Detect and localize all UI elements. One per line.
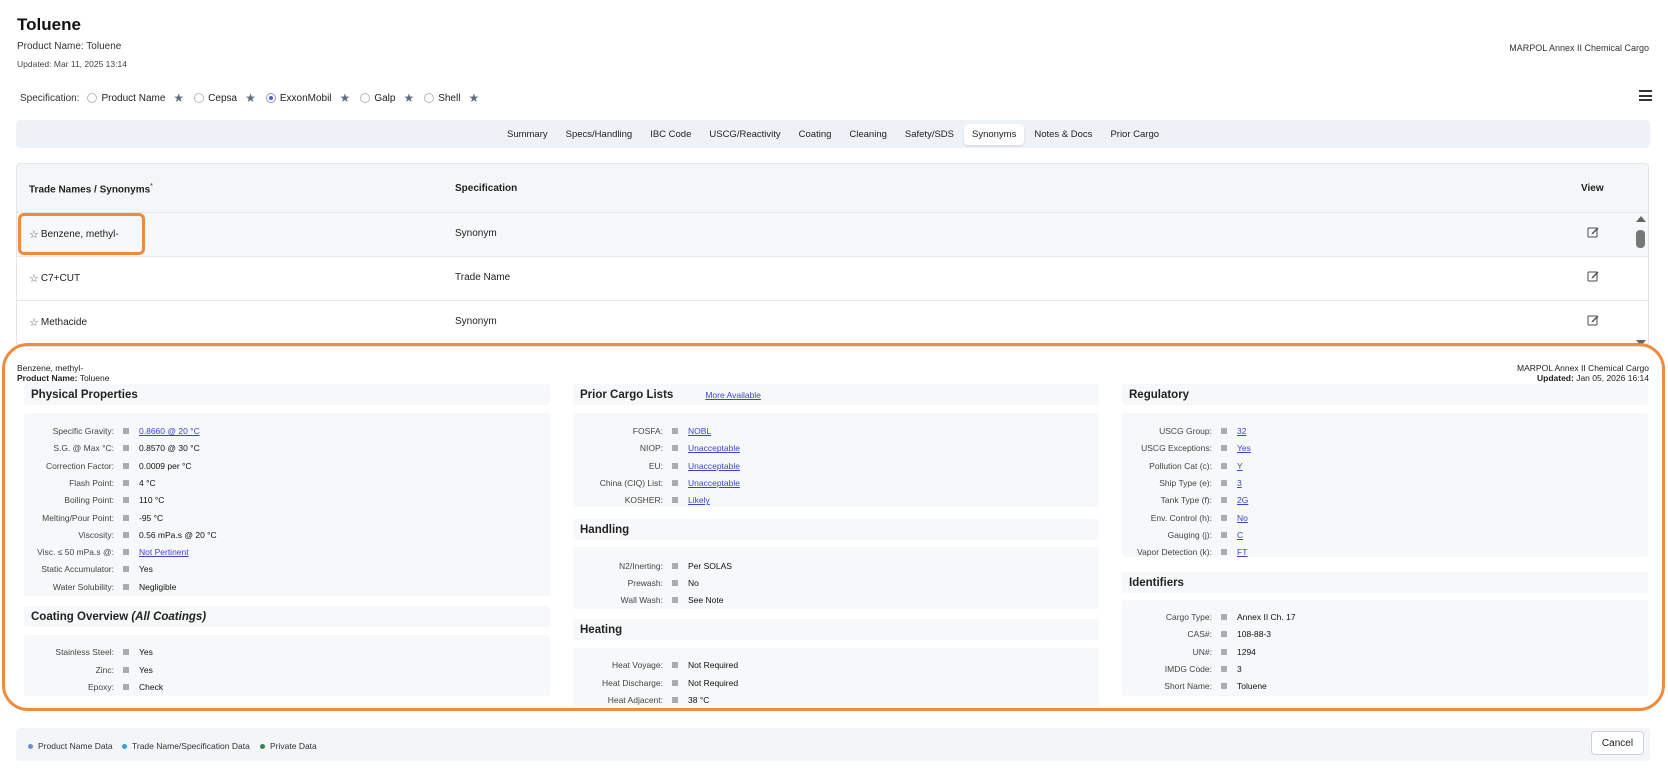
product-name-subtitle: Product Name: Toluene [17,41,122,52]
scrollbar-thumb[interactable] [1636,230,1645,248]
table-row[interactable]: ☆ C7+CUT Trade Name [17,257,1648,301]
synonym-specification: Synonym [455,316,497,327]
radio-button[interactable] [87,93,98,103]
legend-private-data: Private Data [260,741,317,751]
table-row[interactable]: ☆ Benzene, methyl- Synonym [17,213,1648,257]
star-icon[interactable]: ★ [245,92,256,104]
legend-dot [260,743,265,749]
column-header-view: View [1581,183,1604,194]
synonym-name: C7+CUT [40,273,81,284]
column-header-specification: Specification [455,183,518,194]
star-icon[interactable]: ★ [403,92,414,104]
tab-prior-cargo[interactable]: Prior Cargo [1102,124,1167,145]
spec-option-galp[interactable]: Galp ★ [360,92,414,104]
star-outline-icon[interactable]: ☆ [29,272,39,285]
cancel-button[interactable]: Cancel [1591,731,1644,755]
radio-button-selected[interactable] [265,93,276,103]
edit-icon[interactable] [1587,226,1599,238]
spec-option-cepsa[interactable]: Cepsa ★ [194,92,256,104]
legend-product-name-data: Product Name Data [28,741,113,751]
synonyms-table: Trade Names / Synonyms* Specification Vi… [16,163,1649,347]
scroll-up-arrow[interactable] [1636,216,1646,222]
synonym-specification: Synonym [455,228,497,239]
synonym-name: Methacide [40,317,88,328]
star-icon[interactable]: ★ [468,92,479,104]
data-legend: Product Name Data Trade Name/Specificati… [16,728,1650,761]
spec-option-exxonmobil[interactable]: ExxonMobil ★ [265,92,351,104]
spec-option-shell[interactable]: Shell ★ [424,92,479,104]
edit-icon[interactable] [1587,270,1599,282]
table-row[interactable]: ☆ Methacide Synonym [17,301,1648,345]
updated-timestamp: Updated: Mar 11, 2025 13:14 [17,59,127,69]
specification-label: Specification: [20,92,80,104]
tab-coating[interactable]: Coating [791,124,840,145]
specification-selector: Specification: Product Name ★ Cepsa ★ Ex… [20,92,489,104]
tab-cleaning[interactable]: Cleaning [841,124,895,145]
tab-summary[interactable]: Summary [499,124,556,145]
table-header: Trade Names / Synonyms* Specification Vi… [17,164,1648,213]
spec-option-product-name[interactable]: Product Name ★ [87,92,184,104]
tab-notes-docs[interactable]: Notes & Docs [1026,124,1100,145]
radio-button[interactable] [360,93,371,103]
tab-bar: Summary Specs/Handling IBC Code USCG/Rea… [16,120,1650,148]
legend-dot [28,743,33,749]
tab-safety-sds[interactable]: Safety/SDS [897,124,962,145]
tab-specs-handling[interactable]: Specs/Handling [558,124,641,145]
menu-icon[interactable] [1639,90,1652,101]
synonym-specification: Trade Name [455,272,511,283]
legend-trade-name-data: Trade Name/Specification Data [122,741,250,751]
star-outline-icon[interactable]: ☆ [29,316,39,329]
tab-ibc-code[interactable]: IBC Code [642,124,699,145]
column-header-trade-names: Trade Names / Synonyms* [29,183,153,196]
radio-button[interactable] [194,93,205,103]
highlight-selected-row [18,213,145,255]
radio-button[interactable] [424,93,435,103]
tab-uscg-reactivity[interactable]: USCG/Reactivity [701,124,788,145]
highlight-detail-panel [2,343,1665,711]
tab-synonyms[interactable]: Synonyms [964,123,1025,145]
cargo-type-label: MARPOL Annex II Chemical Cargo [1509,43,1649,53]
legend-dot [122,743,127,749]
star-icon[interactable]: ★ [173,92,184,104]
edit-icon[interactable] [1587,314,1599,326]
star-icon[interactable]: ★ [340,92,351,104]
page-title: Toluene [17,15,81,34]
